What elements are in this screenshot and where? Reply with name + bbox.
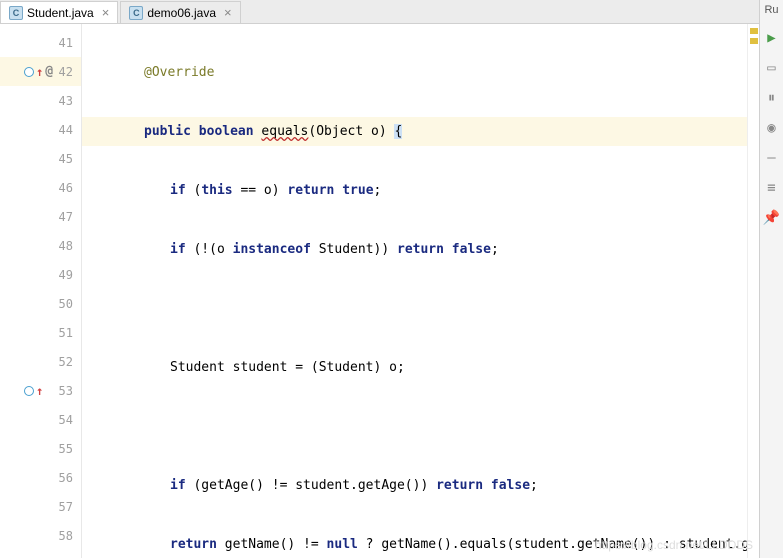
line-number: 51 bbox=[0, 318, 81, 347]
line-number: 45 bbox=[0, 144, 81, 173]
line-number: 52 bbox=[0, 347, 81, 376]
line-number: 54 bbox=[0, 405, 81, 434]
line-number: 57 bbox=[0, 492, 81, 521]
line-number: 55 bbox=[0, 434, 81, 463]
warning-marker-icon[interactable] bbox=[750, 28, 758, 34]
line-number: 43 bbox=[0, 86, 81, 115]
line-number: 49 bbox=[0, 260, 81, 289]
debug-icon[interactable]: ▭ bbox=[767, 60, 775, 76]
tab-label: demo06.java bbox=[147, 6, 216, 20]
line-number: 56 bbox=[0, 463, 81, 492]
settings-icon[interactable]: ≡ bbox=[767, 180, 775, 196]
line-number: 58 bbox=[0, 521, 81, 550]
gutter-markers[interactable]: ↑ bbox=[24, 384, 43, 398]
tab-label: Student.java bbox=[27, 6, 94, 20]
code-line: if (!(o instanceof Student)) return fals… bbox=[82, 235, 783, 264]
tab-student[interactable]: C Student.java × bbox=[0, 1, 118, 23]
close-icon[interactable]: × bbox=[224, 5, 232, 20]
line-number: ↑ @ 42 bbox=[0, 57, 81, 86]
code-line: public boolean equals(Object o) { bbox=[82, 117, 783, 146]
editor-area: 41 ↑ @ 42 43 44 45 46 47 48 49 50 51 52 … bbox=[0, 24, 783, 558]
watermark: https://blog.csdn.net/LLDDDS bbox=[595, 538, 753, 552]
warning-marker-icon[interactable] bbox=[750, 38, 758, 44]
close-icon[interactable]: × bbox=[102, 5, 110, 20]
java-class-icon: C bbox=[129, 6, 143, 20]
line-number: ↑ 53 bbox=[0, 376, 81, 405]
line-number: 48 bbox=[0, 231, 81, 260]
line-gutter: 41 ↑ @ 42 43 44 45 46 47 48 49 50 51 52 … bbox=[0, 24, 82, 558]
line-number: 50 bbox=[0, 289, 81, 318]
code-line: Student student = (Student) o; bbox=[82, 353, 783, 382]
editor-tabs: C Student.java × C demo06.java × bbox=[0, 0, 783, 24]
camera-icon[interactable]: ◉ bbox=[767, 120, 775, 136]
code-line: if (getAge() != student.getAge()) return… bbox=[82, 471, 783, 500]
at-icon: @ bbox=[45, 64, 53, 79]
code-line bbox=[82, 412, 783, 441]
pause-icon[interactable]: ⏸ bbox=[768, 90, 775, 106]
gutter-markers[interactable]: ↑ @ bbox=[24, 64, 53, 79]
java-class-icon: C bbox=[9, 6, 23, 20]
code-line: @Override bbox=[82, 58, 783, 87]
code-line bbox=[82, 294, 783, 323]
run-label: Ru bbox=[764, 4, 778, 16]
pin-icon[interactable]: 📌 bbox=[763, 210, 780, 226]
up-arrow-icon: ↑ bbox=[36, 384, 43, 398]
line-number: 41 bbox=[0, 28, 81, 57]
tab-demo06[interactable]: C demo06.java × bbox=[120, 1, 240, 23]
code-content[interactable]: @Override public boolean equals(Object o… bbox=[82, 24, 783, 558]
up-arrow-icon: ↑ bbox=[36, 65, 43, 79]
error-stripe[interactable] bbox=[747, 24, 759, 558]
override-marker-icon bbox=[24, 386, 34, 396]
line-number: 47 bbox=[0, 202, 81, 231]
separator-icon: — bbox=[767, 150, 775, 166]
tool-sidebar: Ru ▶ ▭ ⏸ ◉ — ≡ 📌 bbox=[759, 0, 783, 558]
override-marker-icon bbox=[24, 67, 34, 77]
line-number: 46 bbox=[0, 173, 81, 202]
code-line: if (this == o) return true; bbox=[82, 176, 783, 205]
run-icon[interactable]: ▶ bbox=[767, 30, 775, 46]
line-number: 44 bbox=[0, 115, 81, 144]
